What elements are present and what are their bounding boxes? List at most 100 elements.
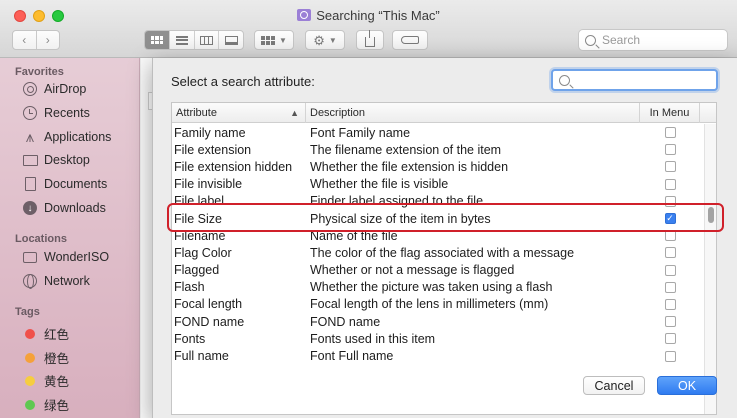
- row-description: Fonts used in this item: [310, 331, 436, 346]
- in-menu-checkbox[interactable]: [664, 127, 676, 139]
- sidebar-item-label: Recents: [44, 106, 90, 120]
- sidebar-item-tag-red[interactable]: 红色: [22, 324, 69, 343]
- in-menu-checkbox[interactable]: [664, 178, 676, 190]
- sidebar-item-desktop[interactable]: Desktop: [22, 153, 90, 167]
- in-menu-checkbox[interactable]: [664, 298, 676, 310]
- row-in-menu-cell: [640, 264, 700, 276]
- disk-icon: [23, 251, 37, 263]
- in-menu-checkbox[interactable]: [664, 230, 676, 242]
- table-row[interactable]: File invisible Whether the file is visibl…: [172, 176, 706, 193]
- attribute-search-field[interactable]: [551, 69, 731, 91]
- sidebar-item-tag-yellow[interactable]: 黄色: [22, 371, 69, 390]
- table-row[interactable]: File extension The filename extension of …: [172, 141, 706, 158]
- row-attribute: Full name: [174, 349, 229, 364]
- row-attribute: Flash: [174, 280, 205, 295]
- sidebar-item-network[interactable]: Network: [22, 274, 90, 289]
- row-attribute: File extension hidden: [174, 159, 293, 174]
- in-menu-checkbox[interactable]: [664, 264, 676, 276]
- airdrop-icon: [23, 82, 37, 96]
- locations-header: Locations: [15, 233, 67, 245]
- attribute-table: Attribute ▲ Description In Menu Family n…: [171, 102, 717, 415]
- column-header-label: Description: [310, 107, 366, 119]
- tag-color-dot: [25, 375, 35, 386]
- column-header-label: Attribute: [176, 107, 217, 119]
- in-menu-checkbox[interactable]: [664, 350, 676, 362]
- window-title-text: Searching “This Mac”: [316, 8, 440, 23]
- in-menu-checkbox[interactable]: [664, 161, 676, 173]
- icon-view-button[interactable]: [145, 31, 170, 49]
- attribute-search-input[interactable]: [576, 71, 731, 89]
- table-row[interactable]: Flagged Whether or not a message is flagg…: [172, 262, 706, 279]
- table-row[interactable]: File label Finder label assigned to the f…: [172, 193, 706, 210]
- table-row[interactable]: Focal length Focal length of the lens in …: [172, 296, 706, 313]
- sidebar-item-documents[interactable]: Documents: [22, 177, 107, 191]
- table-scrollbar[interactable]: [704, 124, 716, 414]
- gallery-view-button[interactable]: [219, 31, 243, 49]
- row-attribute: File invisible: [174, 177, 243, 192]
- in-menu-checkbox[interactable]: [664, 333, 676, 345]
- chevron-down-icon: ▼: [279, 35, 287, 45]
- in-menu-checkbox[interactable]: [664, 281, 676, 293]
- list-view-button[interactable]: [170, 31, 195, 49]
- share-button[interactable]: [356, 29, 384, 50]
- row-attribute: Family name: [174, 125, 246, 140]
- row-description: Whether the picture was taken using a fl…: [310, 280, 553, 295]
- row-description: Focal length of the lens in millimeters …: [310, 297, 549, 312]
- tags-header: Tags: [15, 306, 40, 318]
- table-row[interactable]: Family name Font Family name: [172, 124, 706, 141]
- row-in-menu-cell: [640, 178, 700, 190]
- group-by-button[interactable]: ▼: [254, 30, 294, 50]
- sidebar-item-label: 绿色: [44, 399, 70, 413]
- cancel-button[interactable]: Cancel: [583, 376, 645, 395]
- table-row[interactable]: Fonts Fonts used in this item: [172, 330, 706, 347]
- chevron-down-icon: ▼: [328, 35, 337, 45]
- ok-button[interactable]: OK: [657, 376, 717, 395]
- table-header: Attribute ▲ Description In Menu: [172, 103, 716, 123]
- desktop-icon: [22, 154, 38, 166]
- gear-icon: ⚙: [313, 32, 325, 48]
- table-row[interactable]: Full name Font Full name: [172, 347, 706, 364]
- action-menu-button[interactable]: ⚙ ▼: [305, 30, 345, 50]
- back-button[interactable]: ‹: [13, 31, 37, 49]
- sidebar-item-wonderiso[interactable]: WonderISO: [22, 250, 109, 264]
- sidebar-item-tag-orange[interactable]: 橙色: [22, 348, 69, 367]
- row-description: The color of the flag associated with a …: [310, 245, 575, 260]
- window-title: Searching “This Mac”: [0, 8, 737, 23]
- in-menu-checkbox[interactable]: [664, 195, 676, 207]
- sidebar-item-label: Network: [44, 274, 90, 288]
- column-header-attribute[interactable]: Attribute ▲: [172, 103, 306, 123]
- column-header-description[interactable]: Description: [306, 103, 640, 123]
- row-in-menu-cell: [640, 230, 700, 242]
- sidebar-item-label: Downloads: [44, 201, 106, 215]
- forward-button[interactable]: ›: [37, 31, 60, 49]
- arrange-icon: [261, 35, 276, 45]
- scrollbar-thumb[interactable]: [708, 207, 714, 223]
- sidebar-item-airdrop[interactable]: AirDrop: [22, 82, 86, 96]
- globe-icon: [23, 274, 37, 289]
- sidebar-item-label: Desktop: [44, 153, 90, 167]
- edit-tags-button[interactable]: [392, 30, 428, 50]
- sidebar-item-downloads[interactable]: ↓ Downloads: [22, 201, 106, 215]
- in-menu-checkbox[interactable]: [664, 247, 676, 259]
- sidebar-item-applications[interactable]: ⩚ Applications: [22, 130, 112, 145]
- column-view-button[interactable]: [195, 31, 220, 49]
- table-row[interactable]: Flag Color The color of the flag associat…: [172, 244, 706, 261]
- table-row[interactable]: Filename Name of the file: [172, 227, 706, 244]
- in-menu-checkbox[interactable]: [664, 316, 676, 328]
- in-menu-checkbox[interactable]: [664, 144, 676, 156]
- share-icon: [365, 29, 375, 47]
- in-menu-checkbox[interactable]: ✓: [664, 213, 676, 225]
- column-header-in-menu[interactable]: In Menu: [640, 103, 700, 123]
- sidebar-item-tag-green[interactable]: 绿色: [22, 395, 69, 414]
- sort-ascending-icon: ▲: [290, 108, 299, 118]
- column-view-icon: [199, 35, 213, 45]
- toolbar-search-field[interactable]: Search: [578, 29, 728, 51]
- table-row[interactable]: Flash Whether the picture was taken using…: [172, 279, 706, 296]
- table-row[interactable]: File extension hidden Whether the file ex…: [172, 158, 706, 175]
- sidebar-item-recents[interactable]: Recents: [22, 106, 90, 120]
- gallery-view-icon: [224, 35, 238, 45]
- row-description: The filename extension of the item: [310, 142, 502, 157]
- table-row[interactable]: FOND name FOND name: [172, 313, 706, 330]
- table-row[interactable]: File Size Physical size of the item in by…: [172, 210, 706, 227]
- sidebar-item-label: 红色: [44, 328, 70, 342]
